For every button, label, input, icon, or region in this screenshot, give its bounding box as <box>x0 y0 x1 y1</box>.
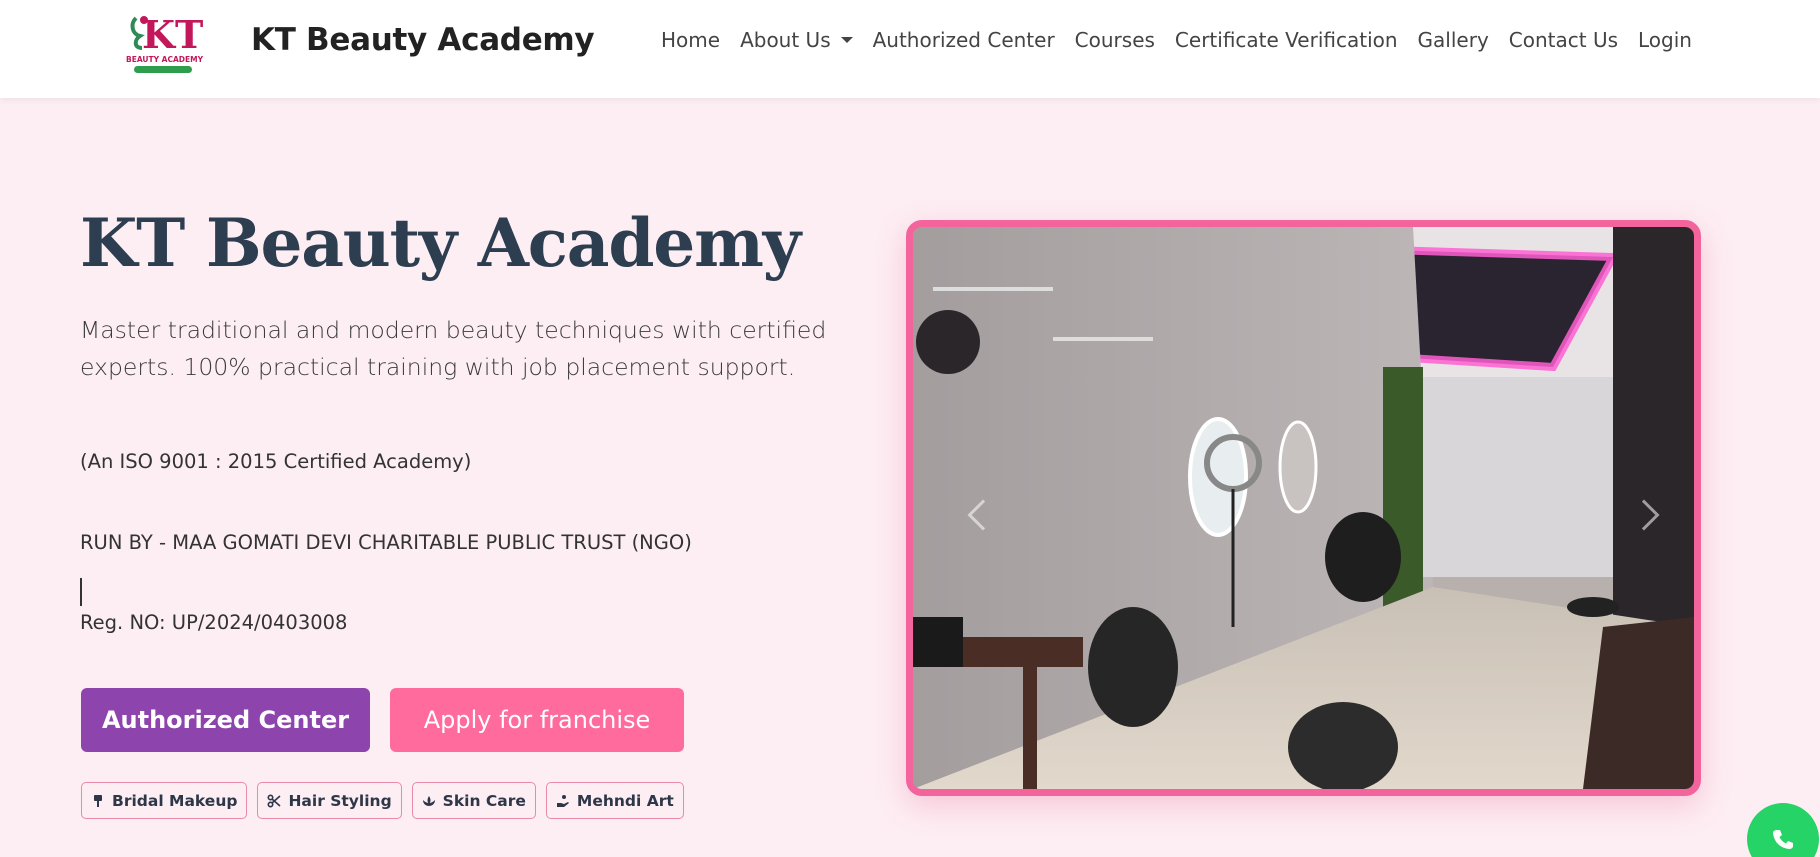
iso-certification: (An ISO 9001 : 2015 Certified Academy) <box>80 450 472 473</box>
nav-gallery[interactable]: Gallery <box>1418 28 1489 52</box>
text-cursor <box>80 578 82 606</box>
hero-subtitle: Master traditional and modern beauty tec… <box>80 316 827 381</box>
apply-franchise-button[interactable]: Apply for franchise <box>390 688 684 752</box>
spa-icon <box>422 795 435 806</box>
main-nav: Home About Us Authorized Center Courses … <box>661 28 1692 52</box>
tag-label: Bridal Makeup <box>112 791 238 810</box>
scissors-icon <box>267 793 281 808</box>
navbar: KT BEAUTY ACADEMY KT Beauty Academy Home… <box>0 0 1820 98</box>
nav-about-us[interactable]: About Us <box>740 28 853 52</box>
chevron-right-icon <box>1628 499 1660 531</box>
tag-label: Mehndi Art <box>576 791 674 810</box>
svg-text:BEAUTY ACADEMY: BEAUTY ACADEMY <box>126 55 204 64</box>
run-by-text: RUN BY - MAA GOMATI DEVI CHARITABLE PUBL… <box>80 531 692 554</box>
nav-authorized-center[interactable]: Authorized Center <box>873 28 1055 52</box>
academy-logo[interactable]: KT BEAUTY ACADEMY <box>122 10 212 76</box>
nav-certificate-verification[interactable]: Certificate Verification <box>1175 28 1398 52</box>
hero-title: KT Beauty Academy <box>80 204 801 282</box>
carousel-next-button[interactable] <box>1614 485 1674 545</box>
registration-number: Reg. NO: UP/2024/0403008 <box>80 611 348 634</box>
tag-skin-care[interactable]: Skin Care <box>411 782 536 819</box>
nav-courses[interactable]: Courses <box>1075 28 1155 52</box>
authorized-center-button[interactable]: Authorized Center <box>81 688 370 752</box>
tag-mehndi-art[interactable]: Mehndi Art <box>545 782 684 819</box>
salon-interior-photo <box>913 227 1694 789</box>
nav-about-us-label: About Us <box>740 28 831 52</box>
nav-contact-us[interactable]: Contact Us <box>1509 28 1618 52</box>
nav-home[interactable]: Home <box>661 28 720 52</box>
chevron-left-icon <box>967 499 999 531</box>
brand-name[interactable]: KT Beauty Academy <box>251 22 595 58</box>
caret-down-icon <box>840 37 853 43</box>
nav-login[interactable]: Login <box>1638 28 1692 52</box>
tag-label: Hair Styling <box>288 791 392 810</box>
carousel-prev-button[interactable] <box>953 485 1013 545</box>
hero-image-carousel[interactable] <box>906 220 1701 796</box>
brush-icon <box>94 794 102 807</box>
tag-hair-styling[interactable]: Hair Styling <box>257 782 402 819</box>
phone-icon <box>1773 830 1793 849</box>
service-tags: Bridal Makeup Hair Styling Skin Care Meh… <box>81 782 684 819</box>
tag-label: Skin Care <box>442 791 526 810</box>
svg-text:KT: KT <box>142 12 203 57</box>
hand-icon <box>556 794 569 807</box>
whatsapp-chat-button[interactable] <box>1747 803 1819 857</box>
tag-bridal-makeup[interactable]: Bridal Makeup <box>81 782 248 819</box>
